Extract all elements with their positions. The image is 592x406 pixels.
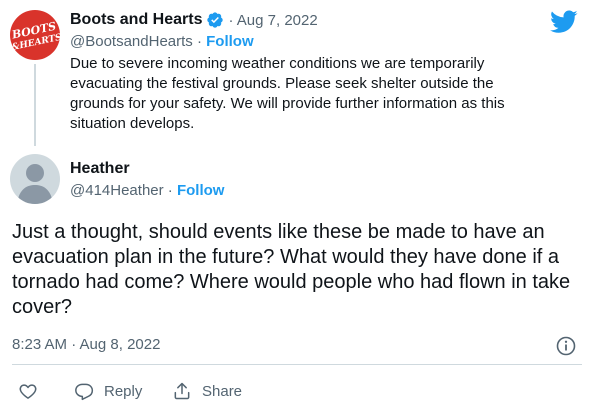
avatar-boots-and-hearts-logo[interactable]: BOOTS &HEARTS: [10, 10, 60, 60]
parent-tweet-text: Due to severe incoming weather condition…: [70, 55, 505, 132]
thread-connector-line: [34, 64, 36, 146]
reply-button[interactable]: Reply: [74, 380, 142, 402]
verified-badge-icon: [206, 11, 224, 29]
comment-icon: [75, 383, 94, 401]
boots-and-hearts-logo: BOOTS &HEARTS: [10, 20, 60, 53]
heart-icon: [19, 384, 37, 399]
share-label: Share: [202, 382, 243, 400]
share-button[interactable]: Share: [172, 380, 242, 402]
avatar-heather[interactable]: [10, 154, 60, 204]
separator-dot: ·: [167, 182, 173, 199]
parent-handle-row: @BootsandHearts · Follow: [70, 33, 254, 50]
parent-handle[interactable]: @BootsandHearts: [70, 33, 193, 50]
divider: [12, 364, 582, 365]
reply-timestamp[interactable]: 8:23 AM · Aug 8, 2022: [12, 336, 160, 353]
share-icon: [174, 382, 190, 400]
twitter-bird-icon[interactable]: [550, 10, 578, 34]
reply-tweet-text: Just a thought, should events like these…: [12, 221, 571, 318]
reply-label: Reply: [104, 382, 143, 400]
info-icon[interactable]: [556, 336, 576, 356]
reply-display-name[interactable]: Heather: [70, 160, 130, 178]
follow-button[interactable]: Follow: [177, 182, 225, 199]
reply-handle[interactable]: @414Heather: [70, 182, 164, 199]
parent-tweet-date[interactable]: · Aug 7, 2022: [228, 12, 317, 29]
follow-button[interactable]: Follow: [206, 33, 254, 50]
default-avatar-icon: [17, 164, 53, 204]
parent-author-row: Boots and Hearts · Aug 7, 2022: [70, 9, 318, 31]
parent-display-name[interactable]: Boots and Hearts: [70, 11, 202, 29]
separator-dot: ·: [196, 33, 202, 50]
reply-handle-row: @414Heather · Follow: [70, 182, 224, 199]
like-button[interactable]: [18, 380, 38, 402]
